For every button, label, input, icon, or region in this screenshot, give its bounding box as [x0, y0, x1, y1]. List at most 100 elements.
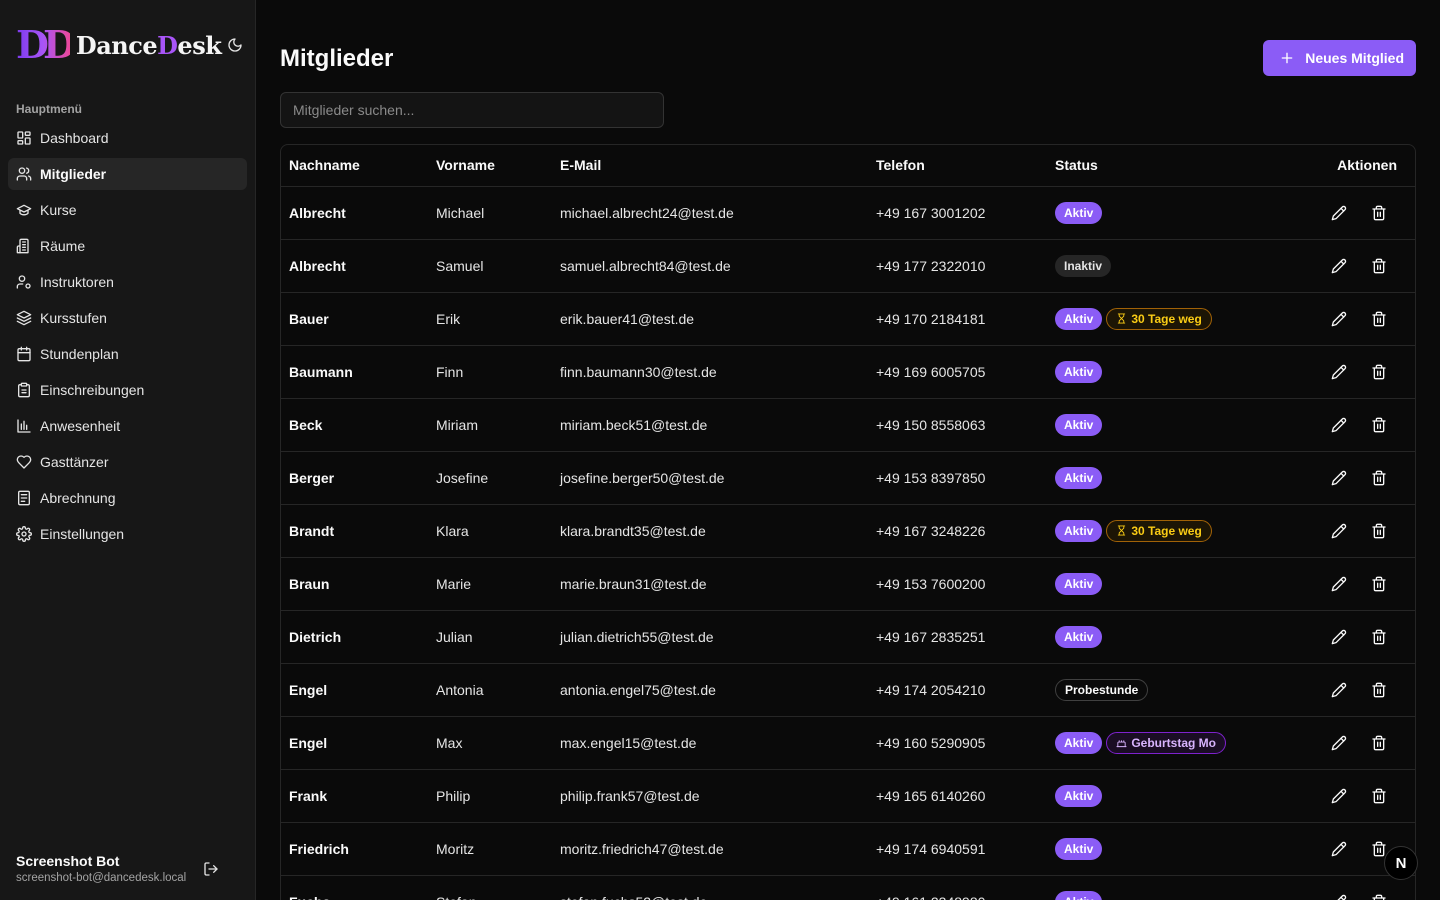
- table-row[interactable]: Baumann Finn finn.baumann30@test.de +49 169…: [281, 345, 1415, 399]
- table-row[interactable]: Frank Philip philip.frank57@test.de +49 165…: [281, 769, 1415, 823]
- edit-pencil-icon[interactable]: [1329, 256, 1349, 276]
- table-row[interactable]: Beck Miriam miriam.beck51@test.de +49 150 8…: [281, 398, 1415, 452]
- sidebar-item-einstellungen[interactable]: Einstellungen: [8, 518, 247, 550]
- cell-nachname: Berger: [281, 451, 428, 505]
- table-row[interactable]: Braun Marie marie.braun31@test.de +49 153 7…: [281, 557, 1415, 611]
- edit-pencil-icon[interactable]: [1329, 521, 1349, 541]
- status-badge: Aktiv: [1055, 201, 1103, 224]
- logout-icon[interactable]: [203, 859, 223, 879]
- cell-vorname: Julian: [428, 610, 552, 664]
- delete-trash-icon[interactable]: [1369, 627, 1389, 647]
- delete-trash-icon[interactable]: [1369, 203, 1389, 223]
- plus-icon: [1281, 52, 1293, 64]
- delete-trash-icon[interactable]: [1369, 256, 1389, 276]
- table-row[interactable]: Albrecht Michael michael.albrecht24@test.d…: [281, 186, 1415, 240]
- clipboard-icon: [18, 382, 30, 398]
- sidebar: DD DanceDesk Hauptmenü Dashboard Mitglied…: [0, 0, 256, 900]
- sidebar-item-mitglieder[interactable]: Mitglieder: [8, 158, 247, 190]
- cell-telefon: +49 174 6940591: [868, 822, 1047, 876]
- edit-pencil-icon[interactable]: [1329, 627, 1349, 647]
- status-badge: Inaktiv: [1055, 254, 1112, 277]
- sidebar-item-kursstufen[interactable]: Kursstufen: [8, 302, 247, 334]
- table-row[interactable]: Friedrich Moritz moritz.friedrich47@test.d…: [281, 822, 1415, 876]
- sidebar-item-gasttänzer[interactable]: Gasttänzer: [8, 446, 247, 478]
- away-badge: 30 Tage weg: [1106, 519, 1212, 542]
- edit-pencil-icon[interactable]: [1329, 786, 1349, 806]
- cell-status: Aktiv: [1047, 345, 1297, 399]
- new-member-button[interactable]: Neues Mitglied: [1263, 40, 1416, 76]
- sidebar-item-label: Gasttänzer: [40, 454, 109, 470]
- delete-trash-icon[interactable]: [1369, 892, 1389, 900]
- edit-pencil-icon[interactable]: [1329, 574, 1349, 594]
- table-row[interactable]: FuchsStefanstefan.fuchs52@test.de+49 161…: [281, 875, 1415, 900]
- sidebar-item-dashboard[interactable]: Dashboard: [8, 122, 247, 154]
- column-header-status[interactable]: Status: [1047, 145, 1297, 187]
- theme-toggle-moon-icon[interactable]: [227, 33, 243, 57]
- edit-pencil-icon[interactable]: [1329, 680, 1349, 700]
- receipt-icon: [18, 490, 30, 506]
- cell-telefon: +49 160 5290905: [868, 716, 1047, 770]
- table-row[interactable]: Engel Antonia antonia.engel75@test.de +49 1…: [281, 663, 1415, 717]
- edit-pencil-icon[interactable]: [1329, 362, 1349, 382]
- brand-name[interactable]: DanceDesk: [76, 31, 222, 60]
- table-row[interactable]: Berger Josefine josefine.berger50@test.de +…: [281, 451, 1415, 505]
- cell-status: Aktiv: [1047, 875, 1297, 900]
- users-icon: [16, 167, 32, 181]
- cell-telefon: +49 153 8397850: [868, 451, 1047, 505]
- cell-vorname: Stefan: [428, 875, 552, 900]
- edit-pencil-icon[interactable]: [1329, 733, 1349, 753]
- edit-pencil-icon[interactable]: [1329, 892, 1349, 900]
- sidebar-item-kurse[interactable]: Kurse: [8, 194, 247, 226]
- edit-pencil-icon[interactable]: [1329, 203, 1349, 223]
- building-icon: [16, 238, 29, 254]
- cell-vorname: Michael: [428, 186, 552, 240]
- delete-trash-icon[interactable]: [1369, 786, 1389, 806]
- sidebar-item-instruktoren[interactable]: Instruktoren: [8, 266, 247, 298]
- table-row[interactable]: Engel Max max.engel15@test.de +49 160 52909…: [281, 716, 1415, 770]
- edit-pencil-icon[interactable]: [1329, 468, 1349, 488]
- edit-pencil-icon[interactable]: [1329, 839, 1349, 859]
- cell-vorname: Marie: [428, 557, 552, 611]
- cell-vorname: Max: [428, 716, 552, 770]
- cell-vorname: Erik: [428, 292, 552, 346]
- cell-telefon: +49 161 2348980: [868, 875, 1047, 900]
- delete-trash-icon[interactable]: [1369, 362, 1389, 382]
- delete-trash-icon[interactable]: [1369, 733, 1389, 753]
- delete-trash-icon[interactable]: [1369, 309, 1389, 329]
- sidebar-item-räume[interactable]: Räume: [8, 230, 247, 262]
- sidebar-item-anwesenheit[interactable]: Anwesenheit: [8, 410, 247, 442]
- sidebar-item-abrechnung[interactable]: Abrechnung: [8, 482, 247, 514]
- cell-nachname: Brandt: [281, 504, 428, 558]
- table-row[interactable]: Dietrich Julian julian.dietrich55@test.de +…: [281, 610, 1415, 664]
- column-header-aktionen: Aktionen: [1297, 145, 1415, 187]
- delete-trash-icon[interactable]: [1369, 521, 1389, 541]
- delete-trash-icon[interactable]: [1369, 574, 1389, 594]
- column-header-email[interactable]: E-Mail: [552, 145, 868, 187]
- search-input[interactable]: [280, 92, 664, 128]
- delete-trash-icon[interactable]: [1369, 468, 1389, 488]
- sidebar-item-label: Kursstufen: [40, 310, 107, 326]
- column-header-vorname[interactable]: Vorname: [428, 145, 552, 187]
- edit-pencil-icon[interactable]: [1329, 415, 1349, 435]
- brand-logo[interactable]: DD: [16, 26, 76, 64]
- dev-indicator-badge[interactable]: N: [1384, 846, 1418, 880]
- sidebar-item-stundenplan[interactable]: Stundenplan: [8, 338, 247, 370]
- cell-nachname: Fuchs: [281, 875, 428, 900]
- sidebar-item-einschreibungen[interactable]: Einschreibungen: [8, 374, 247, 406]
- delete-trash-icon[interactable]: [1369, 415, 1389, 435]
- graduation-cap-icon: [16, 204, 32, 216]
- cell-vorname: Moritz: [428, 822, 552, 876]
- edit-pencil-icon[interactable]: [1329, 309, 1349, 329]
- sidebar-item-label: Mitglieder: [40, 166, 107, 182]
- delete-trash-icon[interactable]: [1369, 680, 1389, 700]
- cell-email: max.engel15@test.de: [552, 716, 868, 770]
- cell-email: samuel.albrecht84@test.de: [552, 239, 868, 293]
- table-row[interactable]: Brandt Klara klara.brandt35@test.de +49 167…: [281, 504, 1415, 558]
- table-row[interactable]: Albrecht Samuel samuel.albrecht84@test.de +…: [281, 239, 1415, 293]
- sidebar-item-label: Einstellungen: [40, 526, 125, 542]
- column-header-telefon[interactable]: Telefon: [868, 145, 1047, 187]
- status-badge: Aktiv: [1055, 519, 1103, 542]
- column-header-nachname[interactable]: Nachname: [281, 145, 428, 187]
- table-row[interactable]: Bauer Erik erik.bauer41@test.de +49 170 218…: [281, 292, 1415, 346]
- cell-nachname: Beck: [281, 398, 428, 452]
